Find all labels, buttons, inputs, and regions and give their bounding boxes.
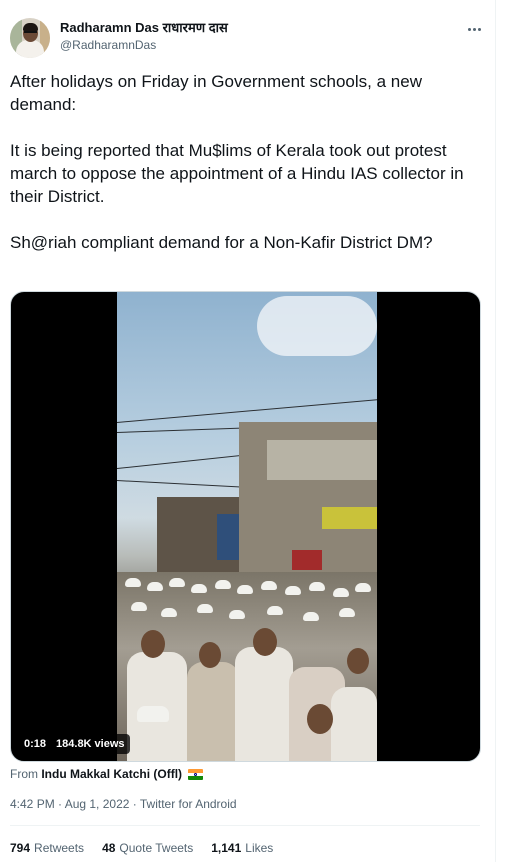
quote-tweets-count: 48 [102, 841, 116, 855]
retweets-count: 794 [10, 841, 31, 855]
likes-count: 1,141 [211, 841, 242, 855]
divider [10, 825, 480, 826]
column-border [495, 0, 496, 862]
video-thumbnail [117, 292, 377, 761]
author-names: Radharamn Das राधारमण दास @RadharamnDas [60, 19, 228, 54]
tweet-stats: 794 Retweets 48 Quote Tweets 1,141 Likes [10, 840, 273, 856]
tweet-paragraph: After holidays on Friday in Government s… [10, 72, 422, 114]
author-display-name[interactable]: Radharamn Das राधारमण दास [60, 19, 228, 37]
video-views: 184.8K views [56, 738, 125, 750]
retweets-label: Retweets [34, 841, 85, 855]
tweet-paragraph: Sh@riah compliant demand for a Non-Kafir… [10, 233, 433, 252]
tweet-paragraph: It is being reported that Mu$lims of Ker… [10, 141, 464, 206]
attribution-source-link[interactable]: Indu Makkal Katchi (Offl) [41, 767, 182, 781]
quote-tweets-stat[interactable]: 48 Quote Tweets [102, 840, 193, 856]
retweets-stat[interactable]: 794 Retweets [10, 840, 84, 856]
ellipsis-icon[interactable] [463, 20, 485, 38]
tweet-timestamp[interactable]: 4:42 PM · Aug 1, 2022 · Twitter for Andr… [10, 796, 237, 812]
tweet-text: After holidays on Friday in Government s… [10, 70, 480, 254]
avatar[interactable] [10, 18, 50, 58]
quote-tweets-label: Quote Tweets [119, 841, 194, 855]
likes-stat[interactable]: 1,141 Likes [211, 840, 273, 856]
video-stats-overlay: 0:18 184.8K views [19, 734, 130, 754]
video-player[interactable]: 0:18 184.8K views [10, 291, 481, 762]
india-flag-icon [188, 769, 204, 780]
likes-label: Likes [245, 841, 274, 855]
attribution-prefix: From [10, 767, 38, 781]
author-handle[interactable]: @RadharamnDas [60, 37, 228, 54]
tweet-header: Radharamn Das राधारमण दास @RadharamnDas [10, 16, 485, 60]
media-attribution: From Indu Makkal Katchi (Offl) [10, 766, 204, 782]
video-duration: 0:18 [24, 738, 47, 750]
